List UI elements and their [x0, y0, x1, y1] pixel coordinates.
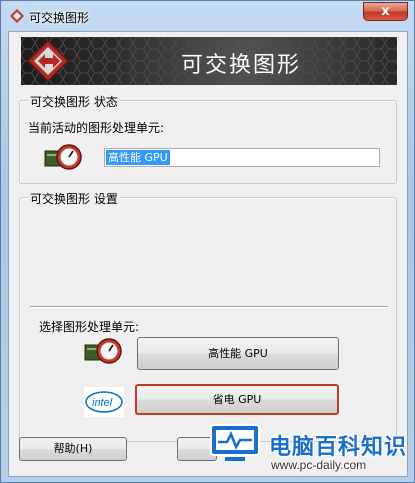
power-saving-gpu-button[interactable]: 省电 GPU — [135, 384, 339, 415]
current-gpu-label: 当前活动的图形处理单元: — [28, 121, 165, 135]
intel-icon: intel — [85, 391, 123, 413]
banner: 可交换图形 — [21, 37, 397, 85]
switchable-graphics-logo — [27, 40, 69, 82]
title-bar[interactable]: 可交换图形 x — [1, 1, 414, 31]
status-group: 可交换图形 状态 当前活动的图形处理单元: 高性能 GPU — [19, 93, 397, 184]
watermark-url: www.pc-daily.com — [271, 458, 367, 472]
gauge-icon — [84, 338, 122, 364]
help-button[interactable]: 帮助(H) — [19, 437, 127, 461]
watermark-title: 电脑百科知识 — [269, 435, 408, 460]
monitor-icon — [210, 424, 260, 461]
select-gpu-label: 选择图形处理单元: — [39, 320, 140, 334]
current-gpu-value: 高性能 GPU — [106, 150, 170, 165]
close-button[interactable]: x — [363, 2, 408, 21]
gauge-icon — [44, 144, 82, 170]
settings-group: 可交换图形 设置 选择图形处理单元: 高性能 GPU intel 省电 GPU — [19, 190, 397, 442]
dialog-window: 可交换图形 x 可交换图形 可交换图形 状态 当前活动的图形处理单元: 高性能 … — [0, 0, 415, 483]
dialog-client-area: 可交换图形 可交换图形 状态 当前活动的图形处理单元: 高性能 GPU 可交换图… — [8, 31, 408, 477]
intel-logo-text: intel — [92, 397, 113, 409]
separator — [30, 306, 388, 308]
switchable-graphics-icon — [10, 9, 24, 23]
high-performance-gpu-button[interactable]: 高性能 GPU — [137, 337, 339, 370]
intel-logo: intel — [84, 387, 124, 417]
banner-title: 可交换图形 — [181, 53, 302, 78]
current-gpu-field[interactable]: 高性能 GPU — [104, 148, 380, 167]
window-title: 可交换图形 — [29, 11, 90, 25]
settings-group-label: 可交换图形 设置 — [28, 190, 120, 207]
status-group-label: 可交换图形 状态 — [28, 93, 120, 110]
